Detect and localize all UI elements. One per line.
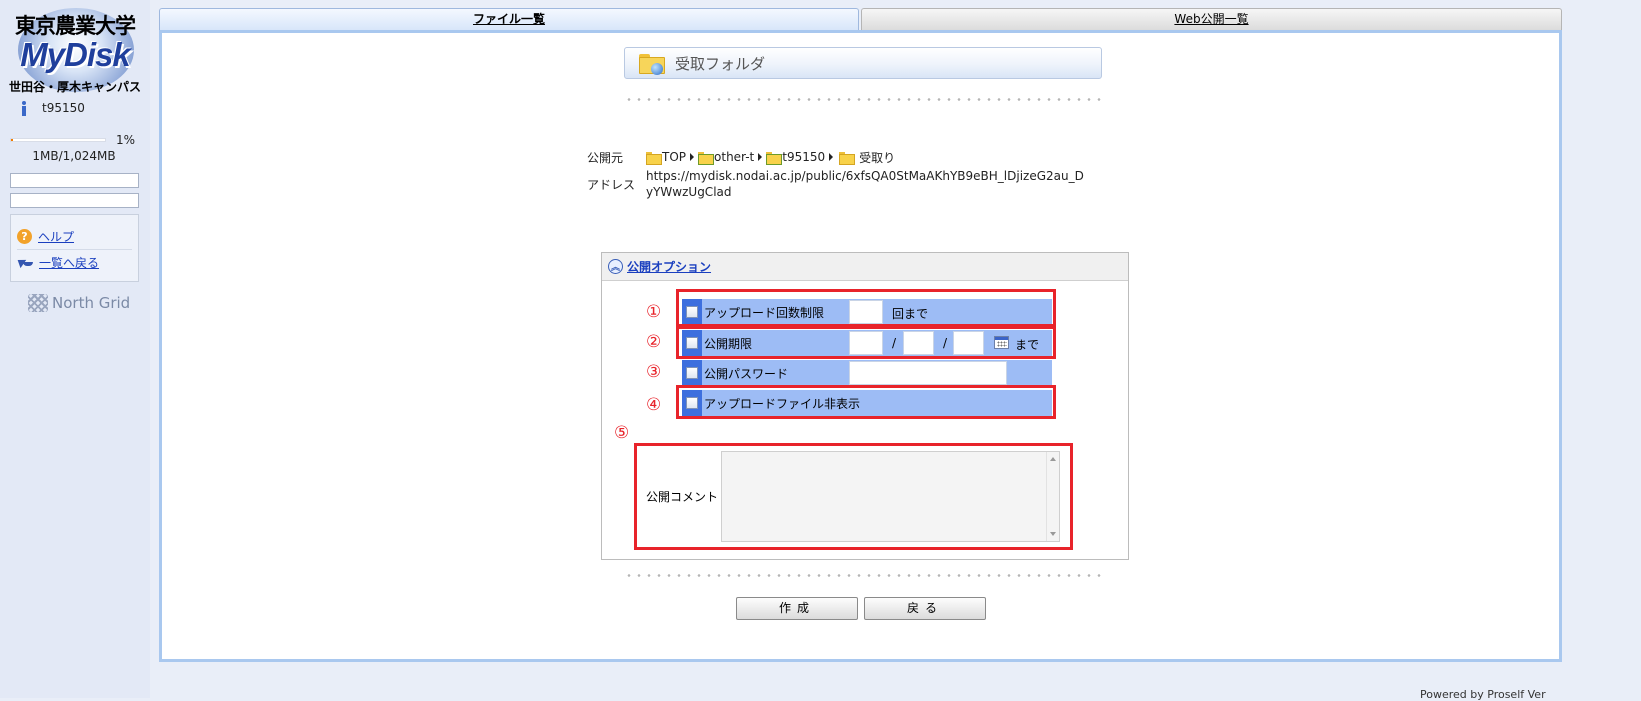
password-checkbox[interactable]	[686, 367, 698, 379]
marker-4: ④	[646, 395, 662, 415]
vendor-logo: North Grid	[28, 294, 130, 312]
folder-icon	[839, 151, 856, 165]
marker-1: ①	[646, 302, 662, 322]
publish-options-header[interactable]: ︽ 公開オプション	[602, 253, 1128, 281]
back-to-list-link-row[interactable]: 一覧へ戻る	[17, 249, 132, 275]
breadcrumb: TOP other-t t95150 受取り	[646, 149, 895, 165]
quota-usage: 1MB/1,024MB	[32, 149, 116, 163]
breadcrumb-item-receive: 受取り	[859, 150, 896, 165]
web-folder-icon	[639, 52, 665, 75]
option-password: 公開パスワード	[682, 360, 1052, 386]
marker-5: ⑤	[614, 423, 630, 443]
publish-address: https://mydisk.nodai.ac.jp/public/6xfsQA…	[646, 169, 1084, 199]
footer-powered-by: Powered by Proself Ver	[1420, 688, 1546, 701]
quota-bar-fill	[11, 139, 13, 141]
comment-textarea[interactable]	[721, 451, 1060, 542]
highlight-frame-1	[676, 289, 1056, 327]
help-link[interactable]: ヘルプ	[38, 228, 74, 245]
mydisk-logo[interactable]: 東京農業大学 MyDisk 世田谷・厚木キャンパス	[2, 4, 148, 96]
dotted-divider-top	[624, 98, 1102, 101]
northgrid-mark-icon	[28, 294, 48, 312]
logo-campus: 世田谷・厚木キャンパス	[8, 80, 141, 94]
info-icon	[20, 100, 28, 116]
publish-info: 公開元 TOP other-t t95150 受取り アドレス https://…	[587, 149, 1086, 200]
create-button[interactable]: 作成	[736, 597, 858, 620]
password-input[interactable]	[849, 361, 1007, 385]
collapse-up-icon[interactable]: ︽	[608, 259, 623, 274]
comment-label: 公開コメント	[646, 490, 719, 504]
dotted-divider-bottom	[624, 574, 1102, 577]
tab-bar: ファイル一覧 Web公開一覧	[159, 8, 1562, 30]
sidebar: 東京農業大学 MyDisk 世田谷・厚木キャンパス t95150 1% 1MB/…	[0, 0, 150, 698]
back-button[interactable]: 戻る	[864, 597, 986, 620]
scroll-up-icon[interactable]	[1050, 457, 1056, 461]
publish-options-title[interactable]: 公開オプション	[627, 258, 711, 275]
back-to-list-link[interactable]: 一覧へ戻る	[39, 254, 99, 271]
highlight-frame-4	[676, 385, 1056, 419]
back-arrow-icon	[17, 257, 33, 269]
breadcrumb-arrow-icon	[690, 153, 695, 161]
shared-folder-icon	[698, 151, 715, 165]
help-icon: ?	[17, 228, 32, 244]
user-name: t95150	[42, 101, 85, 115]
checkbox-wrap	[682, 360, 702, 386]
breadcrumb-item-user: t95150	[782, 150, 826, 164]
folder-title: 受取フォルダ	[675, 54, 766, 73]
globe-icon	[651, 63, 663, 75]
address-label: アドレス	[587, 178, 636, 192]
source-row: 公開元 TOP other-t t95150 受取り	[587, 149, 1086, 166]
source-label: 公開元	[587, 151, 624, 165]
logo-product: MyDisk	[20, 36, 131, 73]
vendor-name: North Grid	[52, 294, 131, 312]
sidebar-search-input[interactable]	[10, 173, 139, 188]
help-link-row[interactable]: ? ヘルプ	[17, 223, 132, 249]
sidebar-secondary-input[interactable]	[10, 193, 139, 208]
folder-title-bar: 受取フォルダ	[624, 47, 1102, 79]
shared-folder-icon	[766, 151, 783, 165]
highlight-frame-2	[676, 326, 1056, 359]
sidebar-links: ? ヘルプ 一覧へ戻る	[10, 214, 139, 282]
password-label: 公開パスワード	[704, 366, 789, 381]
breadcrumb-item-top: TOP	[662, 150, 687, 164]
breadcrumb-arrow-icon	[758, 153, 763, 161]
tab-file-list[interactable]: ファイル一覧	[159, 8, 859, 30]
publish-options-panel: ︽ 公開オプション ① アップロード回数制限 回まで ② 公開期限 / / まで…	[601, 252, 1129, 560]
comment-scrollbar[interactable]	[1046, 452, 1059, 541]
marker-2: ②	[646, 332, 662, 352]
address-row: アドレス https://mydisk.nodai.ac.jp/public/6…	[587, 168, 1086, 200]
scroll-down-icon[interactable]	[1050, 532, 1056, 536]
marker-3: ③	[646, 362, 662, 382]
breadcrumb-item-other-t: other-t	[714, 150, 755, 164]
user-row: t95150	[20, 100, 85, 116]
quota-bar	[10, 138, 106, 142]
tab-web-publish-list[interactable]: Web公開一覧	[861, 8, 1562, 30]
main-panel: 受取フォルダ 公開元 TOP other-t t95150 受取り アドレス h…	[159, 30, 1562, 662]
breadcrumb-arrow-icon	[829, 153, 834, 161]
folder-icon	[646, 151, 662, 165]
quota-percent: 1%	[116, 133, 136, 147]
